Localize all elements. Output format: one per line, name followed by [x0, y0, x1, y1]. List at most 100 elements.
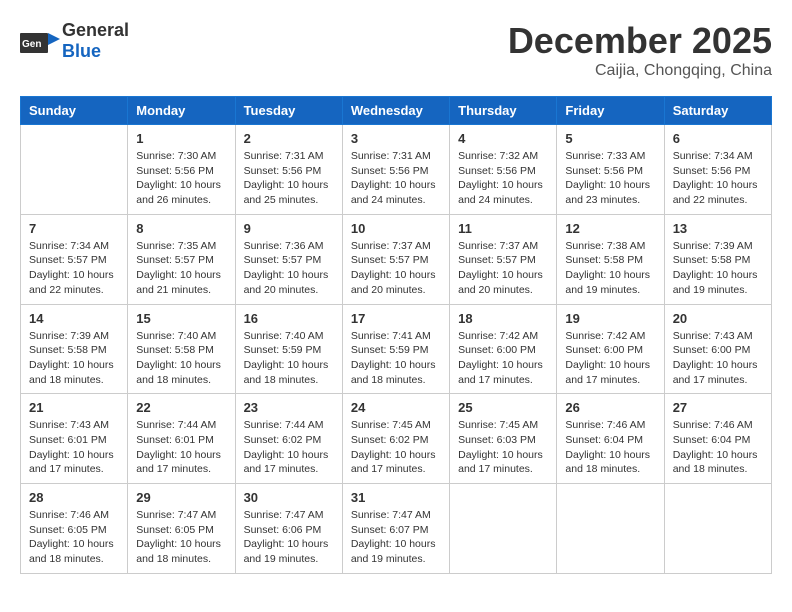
- weekday-header-thursday: Thursday: [450, 97, 557, 125]
- day-number: 16: [244, 311, 334, 326]
- day-number: 13: [673, 221, 763, 236]
- week-row-4: 21 Sunrise: 7:43 AMSunset: 6:01 PMDayligh…: [21, 394, 772, 484]
- calendar-cell: 25Sunrise: 7:45 AMSunset: 6:03 PMDayligh…: [450, 394, 557, 484]
- day-number: 18: [458, 311, 548, 326]
- day-number: 27: [673, 400, 763, 415]
- weekday-header-friday: Friday: [557, 97, 664, 125]
- calendar-cell: 7 Sunrise: 7:34 AMSunset: 5:57 PMDaylight…: [21, 214, 128, 304]
- day-info: Sunrise: 7:31 AMSunset: 5:56 PMDaylight:…: [351, 149, 441, 208]
- calendar-cell: 18 Sunrise: 7:42 AMSunset: 6:00 PMDayligh…: [450, 304, 557, 394]
- logo-general: General: [62, 20, 129, 40]
- calendar-cell: 23 Sunrise: 7:44 AMSunset: 6:02 PMDayligh…: [235, 394, 342, 484]
- day-number: 23: [244, 400, 334, 415]
- day-info: Sunrise: 7:42 AMSunset: 6:00 PMDaylight:…: [458, 329, 548, 388]
- day-number: 30: [244, 490, 334, 505]
- day-number: 1: [136, 131, 226, 146]
- weekday-header-saturday: Saturday: [664, 97, 771, 125]
- day-number: 2: [244, 131, 334, 146]
- day-number: 25: [458, 400, 548, 415]
- day-info: Sunrise: 7:41 AMSunset: 5:59 PMDaylight:…: [351, 329, 441, 388]
- svg-text:Gen: Gen: [22, 39, 41, 50]
- calendar-cell: 27 Sunrise: 7:46 AMSunset: 6:04 PMDayligh…: [664, 394, 771, 484]
- day-number: 21: [29, 400, 119, 415]
- day-info: Sunrise: 7:30 AMSunset: 5:56 PMDaylight:…: [136, 149, 226, 208]
- day-number: 29: [136, 490, 226, 505]
- day-info: Sunrise: 7:47 AMSunset: 6:06 PMDaylight:…: [244, 508, 334, 567]
- day-number: 28: [29, 490, 119, 505]
- day-number: 24: [351, 400, 441, 415]
- day-info: Sunrise: 7:31 AMSunset: 5:56 PMDaylight:…: [244, 149, 334, 208]
- day-info: Sunrise: 7:37 AMSunset: 5:57 PMDaylight:…: [458, 239, 548, 298]
- day-number: 3: [351, 131, 441, 146]
- logo-blue: Blue: [62, 41, 101, 61]
- calendar-cell: 3 Sunrise: 7:31 AMSunset: 5:56 PMDaylight…: [342, 125, 449, 215]
- day-number: 5: [565, 131, 655, 146]
- day-info: Sunrise: 7:45 AMSunset: 6:02 PMDaylight:…: [351, 418, 441, 477]
- title-block: December 2025 Caijia, Chongqing, China: [508, 20, 772, 80]
- day-number: 20: [673, 311, 763, 326]
- calendar-cell: 30 Sunrise: 7:47 AMSunset: 6:06 PMDayligh…: [235, 484, 342, 574]
- day-number: 8: [136, 221, 226, 236]
- day-info: Sunrise: 7:46 AMSunset: 6:04 PMDaylight:…: [565, 418, 655, 477]
- logo: Gen General Blue: [20, 20, 129, 62]
- week-row-3: 14Sunrise: 7:39 AMSunset: 5:58 PMDayligh…: [21, 304, 772, 394]
- calendar-cell: 5 Sunrise: 7:33 AMSunset: 5:56 PMDaylight…: [557, 125, 664, 215]
- calendar-cell: 2 Sunrise: 7:31 AMSunset: 5:56 PMDaylight…: [235, 125, 342, 215]
- day-number: 7: [29, 221, 119, 236]
- day-number: 19: [565, 311, 655, 326]
- calendar-cell: [557, 484, 664, 574]
- page-header: Gen General Blue December 2025 Caijia, C…: [20, 20, 772, 80]
- calendar-cell: [450, 484, 557, 574]
- day-info: Sunrise: 7:33 AMSunset: 5:56 PMDaylight:…: [565, 149, 655, 208]
- calendar-cell: [664, 484, 771, 574]
- calendar-cell: 22Sunrise: 7:44 AMSunset: 6:01 PMDayligh…: [128, 394, 235, 484]
- weekday-header-sunday: Sunday: [21, 97, 128, 125]
- day-info: Sunrise: 7:44 AMSunset: 6:02 PMDaylight:…: [244, 418, 334, 477]
- day-info: Sunrise: 7:47 AMSunset: 6:05 PMDaylight:…: [136, 508, 226, 567]
- day-number: 31: [351, 490, 441, 505]
- calendar-cell: 4Sunrise: 7:32 AMSunset: 5:56 PMDaylight…: [450, 125, 557, 215]
- logo-icon: Gen: [20, 25, 60, 57]
- calendar-cell: 11Sunrise: 7:37 AMSunset: 5:57 PMDayligh…: [450, 214, 557, 304]
- calendar-cell: 19 Sunrise: 7:42 AMSunset: 6:00 PMDayligh…: [557, 304, 664, 394]
- calendar-cell: 26 Sunrise: 7:46 AMSunset: 6:04 PMDayligh…: [557, 394, 664, 484]
- calendar-cell: 21 Sunrise: 7:43 AMSunset: 6:01 PMDayligh…: [21, 394, 128, 484]
- calendar-cell: 6Sunrise: 7:34 AMSunset: 5:56 PMDaylight…: [664, 125, 771, 215]
- day-number: 12: [565, 221, 655, 236]
- day-info: Sunrise: 7:46 AMSunset: 6:04 PMDaylight:…: [673, 418, 763, 477]
- week-row-1: 1 Sunrise: 7:30 AMSunset: 5:56 PMDaylight…: [21, 125, 772, 215]
- day-info: Sunrise: 7:36 AMSunset: 5:57 PMDaylight:…: [244, 239, 334, 298]
- day-number: 15: [136, 311, 226, 326]
- day-number: 10: [351, 221, 441, 236]
- calendar-cell: 13 Sunrise: 7:39 AMSunset: 5:58 PMDayligh…: [664, 214, 771, 304]
- calendar-cell: [21, 125, 128, 215]
- calendar-cell: 31 Sunrise: 7:47 AMSunset: 6:07 PMDayligh…: [342, 484, 449, 574]
- day-info: Sunrise: 7:38 AMSunset: 5:58 PMDaylight:…: [565, 239, 655, 298]
- week-row-5: 28Sunrise: 7:46 AMSunset: 6:05 PMDayligh…: [21, 484, 772, 574]
- weekday-header-monday: Monday: [128, 97, 235, 125]
- calendar-cell: 8 Sunrise: 7:35 AMSunset: 5:57 PMDaylight…: [128, 214, 235, 304]
- calendar-cell: 1 Sunrise: 7:30 AMSunset: 5:56 PMDaylight…: [128, 125, 235, 215]
- day-number: 6: [673, 131, 763, 146]
- day-info: Sunrise: 7:35 AMSunset: 5:57 PMDaylight:…: [136, 239, 226, 298]
- day-number: 4: [458, 131, 548, 146]
- calendar-cell: 24 Sunrise: 7:45 AMSunset: 6:02 PMDayligh…: [342, 394, 449, 484]
- day-info: Sunrise: 7:39 AMSunset: 5:58 PMDaylight:…: [673, 239, 763, 298]
- day-info: Sunrise: 7:42 AMSunset: 6:00 PMDaylight:…: [565, 329, 655, 388]
- day-info: Sunrise: 7:43 AMSunset: 6:01 PMDaylight:…: [29, 418, 119, 477]
- calendar-cell: 17Sunrise: 7:41 AMSunset: 5:59 PMDayligh…: [342, 304, 449, 394]
- calendar-cell: 9 Sunrise: 7:36 AMSunset: 5:57 PMDaylight…: [235, 214, 342, 304]
- day-number: 9: [244, 221, 334, 236]
- calendar-table: SundayMondayTuesdayWednesdayThursdayFrid…: [20, 96, 772, 574]
- week-row-2: 7 Sunrise: 7:34 AMSunset: 5:57 PMDaylight…: [21, 214, 772, 304]
- calendar-cell: 16Sunrise: 7:40 AMSunset: 5:59 PMDayligh…: [235, 304, 342, 394]
- calendar-cell: 12 Sunrise: 7:38 AMSunset: 5:58 PMDayligh…: [557, 214, 664, 304]
- calendar-cell: 28Sunrise: 7:46 AMSunset: 6:05 PMDayligh…: [21, 484, 128, 574]
- day-info: Sunrise: 7:39 AMSunset: 5:58 PMDaylight:…: [29, 329, 119, 388]
- day-info: Sunrise: 7:43 AMSunset: 6:00 PMDaylight:…: [673, 329, 763, 388]
- day-number: 26: [565, 400, 655, 415]
- day-info: Sunrise: 7:40 AMSunset: 5:58 PMDaylight:…: [136, 329, 226, 388]
- day-info: Sunrise: 7:47 AMSunset: 6:07 PMDaylight:…: [351, 508, 441, 567]
- day-info: Sunrise: 7:34 AMSunset: 5:57 PMDaylight:…: [29, 239, 119, 298]
- calendar-cell: 15 Sunrise: 7:40 AMSunset: 5:58 PMDayligh…: [128, 304, 235, 394]
